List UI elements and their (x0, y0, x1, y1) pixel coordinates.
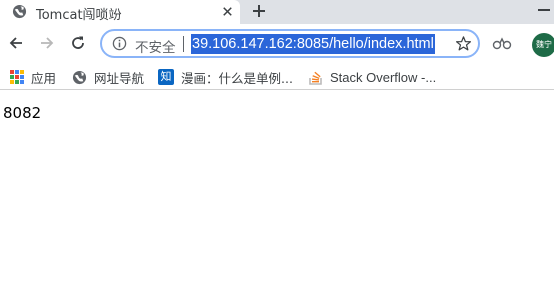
close-icon[interactable] (220, 4, 235, 19)
back-arrow-icon[interactable] (7, 34, 25, 52)
bookmark-zhihu[interactable]: 知 漫画：什么是单例... (158, 67, 293, 87)
globe-icon (12, 4, 27, 19)
bookmark-stackoverflow[interactable]: Stack Overflow -... (309, 67, 436, 87)
new-tab-plus-icon[interactable] (250, 2, 268, 20)
page-content: 8082 (0, 91, 554, 307)
minimize-icon[interactable] (538, 9, 550, 11)
star-icon[interactable] (455, 35, 472, 52)
globe-icon (72, 70, 87, 84)
browser-tab[interactable]: Tomcat闯唢竕 (0, 0, 240, 24)
reload-icon[interactable] (69, 34, 87, 52)
info-icon[interactable] (112, 36, 127, 51)
bookmark-label: 漫画：什么是单例... (181, 70, 293, 86)
zhihu-icon: 知 (158, 69, 174, 85)
url-text[interactable]: 39.106.147.162:8085/hello/index.html (191, 34, 435, 54)
address-separator (183, 36, 184, 52)
tab-title: Tomcat闯唢竕 (36, 8, 122, 23)
address-bar[interactable]: 不安全 39.106.147.162:8085/hello/index.html (100, 29, 480, 58)
bookmark-label: Stack Overflow -... (330, 69, 437, 85)
tab-strip: Tomcat闯唢竕 (0, 0, 554, 24)
bookmark-site-nav[interactable]: 网址导航 (72, 67, 144, 87)
stackoverflow-icon (309, 71, 322, 85)
apps-grid-icon (10, 70, 24, 84)
toolbar: 不安全 39.106.147.162:8085/hello/index.html… (0, 24, 554, 64)
page-body-text: 8082 (3, 104, 42, 122)
forward-arrow-icon[interactable] (38, 34, 56, 52)
bookmark-apps[interactable]: 应用 (10, 67, 56, 87)
extension-icon[interactable] (492, 35, 512, 51)
bookmark-label: 网址导航 (94, 70, 145, 86)
profile-avatar[interactable]: 魏宁 (532, 33, 554, 57)
security-status-label[interactable]: 不安全 (135, 36, 176, 56)
bookmarks-bar: 应用 网址导航 知 漫画：什么是单例... Stack Overflow -..… (0, 64, 554, 90)
bookmark-label: 应用 (31, 70, 57, 86)
